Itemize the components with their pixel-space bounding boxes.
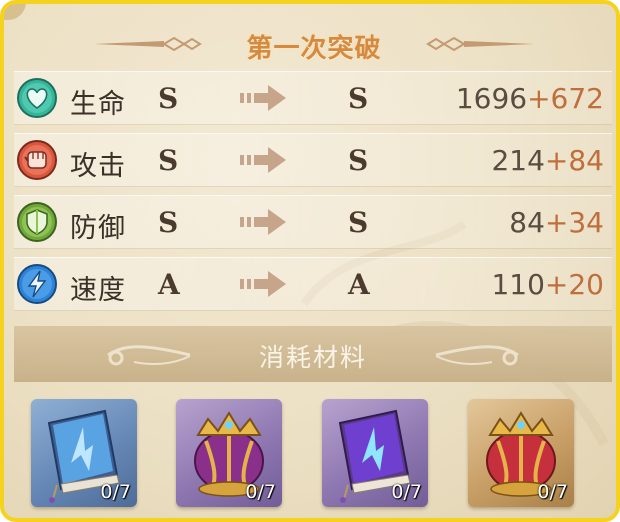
stat-label: 攻击 bbox=[70, 151, 126, 182]
title-ornament-right bbox=[426, 36, 534, 52]
stat-bonus: +84 bbox=[544, 144, 604, 177]
stat-bonus: +20 bbox=[544, 268, 604, 301]
arrow-right-icon bbox=[240, 147, 286, 173]
grade-current: S bbox=[158, 206, 179, 239]
lightning-icon bbox=[17, 264, 57, 304]
stat-bonus: +672 bbox=[527, 82, 604, 115]
arrow-right-icon bbox=[240, 271, 286, 297]
grade-current: S bbox=[158, 82, 179, 115]
stat-base: 214 bbox=[491, 144, 545, 177]
material-slot-4[interactable]: 0/7 bbox=[468, 399, 574, 507]
swirl-ornament-right bbox=[435, 345, 519, 366]
material-count: 0/7 bbox=[100, 481, 131, 503]
grade-next: S bbox=[348, 144, 369, 177]
stat-row-attack: 攻击 S S 214+84 bbox=[14, 133, 612, 187]
material-count: 0/7 bbox=[245, 481, 276, 503]
stat-label: 防御 bbox=[70, 213, 126, 244]
material-slot-3[interactable]: 0/7 bbox=[322, 399, 428, 507]
stat-base: 1696 bbox=[455, 82, 528, 115]
title-bar: 第一次突破 bbox=[94, 24, 534, 64]
fist-icon bbox=[17, 140, 57, 180]
stat-label: 生命 bbox=[70, 89, 126, 120]
material-count: 0/7 bbox=[537, 481, 568, 503]
arrow-right-icon bbox=[240, 85, 286, 111]
stat-bonus: +34 bbox=[544, 206, 604, 239]
material-slot-1[interactable]: 0/7 bbox=[31, 399, 137, 507]
grade-current: S bbox=[158, 144, 179, 177]
breakthrough-panel: 第一次突破 生命 S S 1696+672 攻击 S S 214+84 防御 S… bbox=[0, 0, 620, 522]
stat-value: 1696+672 bbox=[456, 82, 604, 115]
arrow-right-icon bbox=[240, 209, 286, 235]
shield-icon bbox=[17, 202, 57, 242]
grade-next: S bbox=[348, 82, 369, 115]
material-count: 0/7 bbox=[391, 481, 422, 503]
material-slot-2[interactable]: 0/7 bbox=[176, 399, 282, 507]
grade-next: A bbox=[348, 268, 370, 301]
stat-row-defense: 防御 S S 84+34 bbox=[14, 195, 612, 249]
stat-value: 84+34 bbox=[509, 206, 604, 239]
stat-base: 110 bbox=[491, 268, 545, 301]
stat-base: 84 bbox=[509, 206, 545, 239]
stat-value: 214+84 bbox=[491, 144, 604, 177]
materials-title: 消耗材料 bbox=[258, 343, 367, 372]
stat-label: 速度 bbox=[70, 275, 126, 306]
grade-current: A bbox=[158, 268, 180, 301]
materials-header: 消耗材料 bbox=[14, 326, 612, 382]
grade-next: S bbox=[348, 206, 369, 239]
stat-row-hp: 生命 S S 1696+672 bbox=[14, 71, 612, 125]
stat-row-speed: 速度 A A 110+20 bbox=[14, 257, 612, 311]
stat-value: 110+20 bbox=[491, 268, 604, 301]
heart-icon bbox=[17, 78, 57, 118]
